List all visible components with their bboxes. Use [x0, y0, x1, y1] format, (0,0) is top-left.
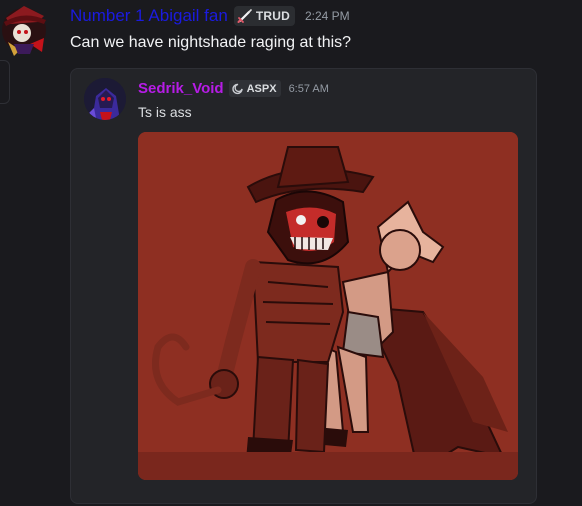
forwarded-timestamp: 6:57 AM: [288, 82, 329, 95]
side-rail: [0, 60, 10, 104]
server-tag[interactable]: TRUD: [233, 6, 295, 26]
author-name[interactable]: Number 1 Abigail fan: [70, 6, 228, 26]
avatar[interactable]: [0, 0, 50, 60]
forwarded-avatar[interactable]: [84, 78, 126, 120]
server-tag-label: TRUD: [255, 9, 290, 23]
message-header: Number 1 Abigail fan TRUD 2:24 PM: [70, 6, 350, 26]
crescent-icon: [231, 83, 243, 94]
sword-icon: [237, 9, 252, 23]
message-content: Can we have nightshade raging at this?: [70, 34, 352, 51]
forwarded-content: Ts is ass: [138, 104, 192, 120]
forwarded-header: Sedrik_Void ASPX 6:57 AM: [138, 80, 329, 97]
attached-image[interactable]: [138, 132, 518, 480]
forwarded-author-name[interactable]: Sedrik_Void: [138, 80, 224, 97]
forwarded-message: Sedrik_Void ASPX 6:57 AM Ts is ass: [70, 68, 537, 504]
forwarded-server-tag-label: ASPX: [246, 82, 277, 95]
forwarded-server-tag[interactable]: ASPX: [228, 80, 281, 97]
message-timestamp: 2:24 PM: [304, 9, 350, 23]
